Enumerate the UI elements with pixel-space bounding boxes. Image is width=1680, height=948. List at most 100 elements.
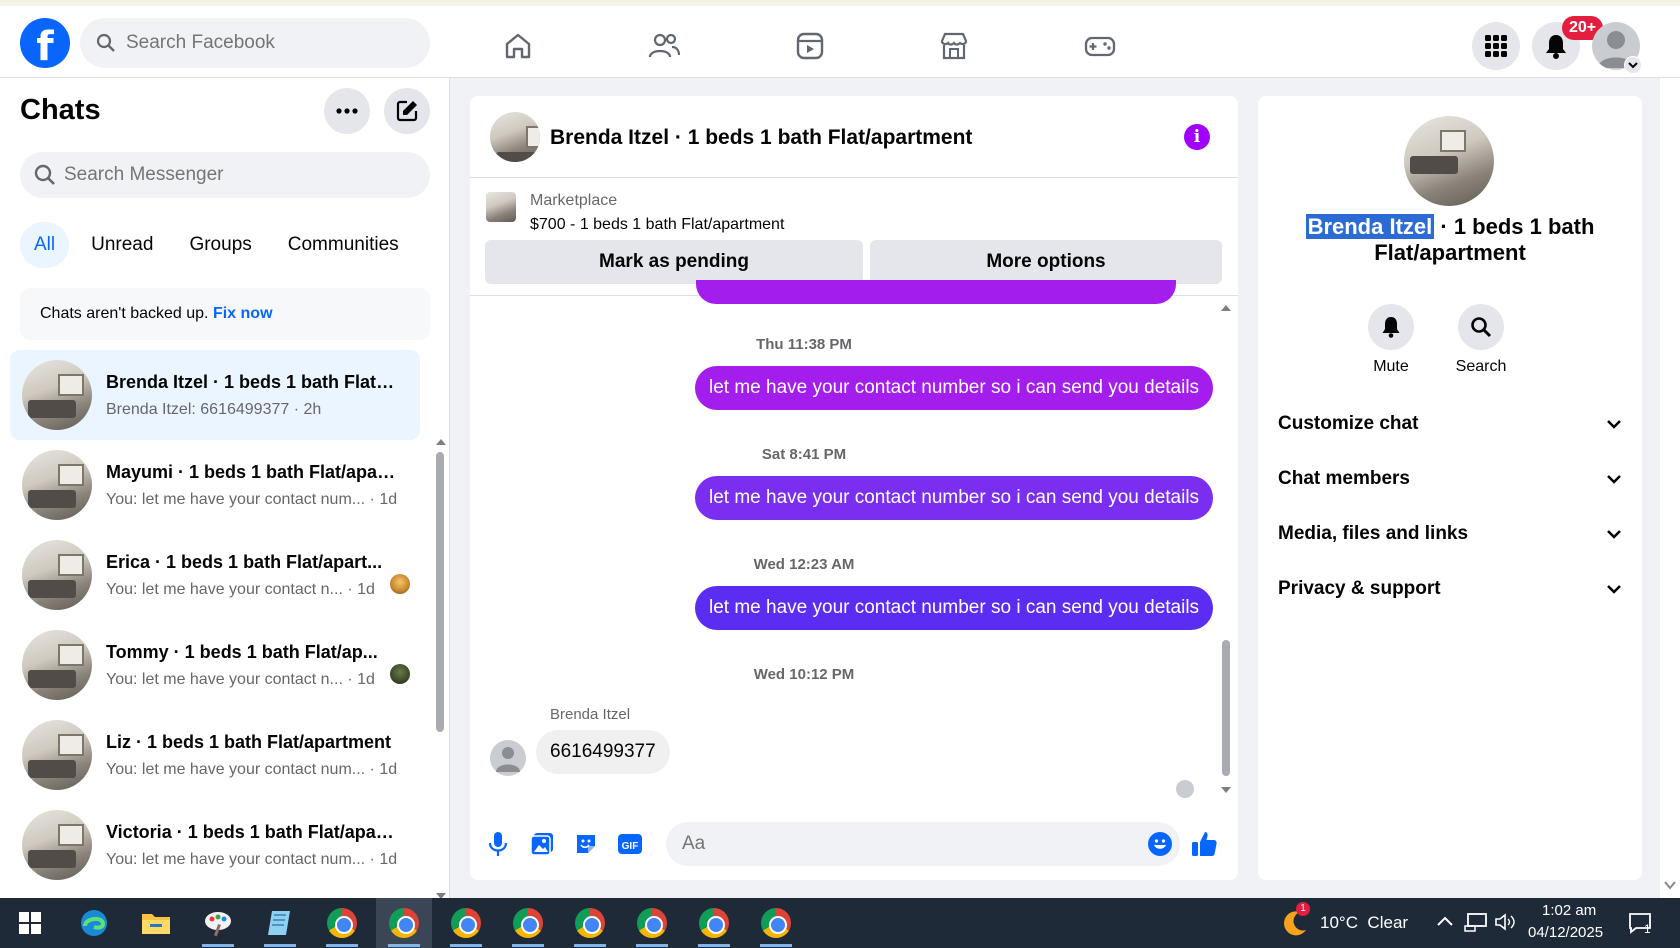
taskbar-chrome[interactable] [438,898,494,948]
marketplace-banner: Marketplace $700 - 1 beds 1 bath Flat/ap… [470,178,1238,296]
home-icon[interactable] [498,26,538,66]
compose-icon [396,100,418,122]
thread-scrollbar[interactable] [1220,296,1232,796]
video-icon[interactable] [790,26,830,66]
sent-message-bubble[interactable]: let me have your contact number so i can… [695,366,1214,410]
message-input[interactable] [666,822,1106,866]
network-icon[interactable] [1464,912,1488,932]
timestamp: Thu 11:38 PM [756,336,852,353]
thumbs-up-icon[interactable] [1190,830,1218,858]
messenger-search-box[interactable] [20,152,430,198]
bell-icon [1382,317,1400,338]
scroll-up-icon[interactable] [1220,304,1232,312]
filter-unread[interactable]: Unread [77,222,167,268]
taskbar-notepad[interactable] [252,898,308,948]
scroll-up-icon[interactable] [435,438,447,446]
listing-thumbnail [22,450,92,520]
message-input-box[interactable] [666,822,1180,866]
filter-groups[interactable]: Groups [175,222,265,268]
taskbar-file-explorer[interactable] [128,898,184,948]
taskbar-chrome[interactable] [624,898,680,948]
bell-icon [1546,35,1566,59]
accordion-media-files-links[interactable]: Media, files and links [1278,514,1622,554]
microphone-icon[interactable] [484,830,512,858]
chats-options-button[interactable] [324,88,370,134]
chat-list-item[interactable]: Tommy · 1 beds 1 bath Flat/ap... You: le… [10,620,420,710]
listing-thumbnail [22,810,92,880]
chat-list-item[interactable]: Victoria · 1 beds 1 bath Flat/apar... Yo… [10,800,420,890]
chat-list-item[interactable]: Liz · 1 beds 1 bath Flat/apartment You: … [10,710,420,800]
more-options-button[interactable]: More options [870,240,1222,284]
running-indicator [760,944,792,947]
gif-icon[interactable]: GIF [616,830,644,858]
account-chevron-icon[interactable] [1624,56,1642,74]
running-indicator [512,944,544,947]
chat-list-item[interactable]: Erica · 1 beds 1 bath Flat/apart... You:… [10,530,420,620]
chrome-icon [637,908,667,938]
scrollbar-thumb[interactable] [1222,640,1230,776]
chat-list: Brenda Itzel · 1 beds 1 bath Flat/... Br… [10,350,420,890]
filter-communities[interactable]: Communities [274,222,413,268]
gaming-icon[interactable] [1080,26,1120,66]
conversation-title[interactable]: Brenda Itzel · 1 beds 1 bath Flat/apartm… [550,126,972,150]
chevron-up-icon[interactable] [1436,914,1454,928]
mute-button[interactable]: Mute [1346,304,1436,376]
taskbar-chrome[interactable] [748,898,804,948]
clock-time[interactable]: 1:02 am [1542,902,1596,919]
info-icon[interactable]: i [1184,124,1210,150]
filter-all[interactable]: All [20,222,70,268]
volume-icon[interactable] [1494,912,1516,932]
seen-avatar [390,574,410,594]
chat-filters: All Unread Groups Communities [20,222,413,268]
search-in-conversation-button[interactable]: Search [1436,304,1526,376]
mark-as-pending-button[interactable]: Mark as pending [485,240,863,284]
grid-icon [1485,35,1507,57]
accordion-privacy-support[interactable]: Privacy & support [1278,569,1622,609]
sender-avatar[interactable] [490,740,526,776]
fix-now-link[interactable]: Fix now [213,305,273,322]
running-indicator [202,944,234,947]
friends-icon[interactable] [644,26,684,66]
chrome-icon [575,908,605,938]
taskbar-chrome[interactable] [686,898,742,948]
start-button[interactable] [2,898,58,948]
marketplace-item[interactable]: $700 - 1 beds 1 bath Flat/apartment [530,216,784,234]
facebook-search-input[interactable] [126,32,406,54]
facebook-logo[interactable]: f [20,18,70,68]
scroll-down-icon[interactable] [1220,786,1232,794]
received-message-bubble[interactable]: 6616499377 [536,730,670,774]
scrollbar-thumb[interactable] [436,452,444,732]
accordion-chat-members[interactable]: Chat members [1278,459,1622,499]
sent-message-bubble[interactable]: let me have your contact number so i can… [695,476,1214,520]
facebook-search-box[interactable] [80,18,430,68]
clock-date[interactable]: 04/12/2025 [1528,924,1603,941]
paint-icon [205,912,231,937]
weather-text[interactable]: 10°C Clear [1320,913,1408,933]
message-thread: Thu 11:38 PM let me have your contact nu… [470,280,1238,806]
emoji-icon[interactable] [1148,832,1172,856]
chat-name: Brenda Itzel · 1 beds 1 bath Flat/... [106,371,396,392]
listing-thumbnail[interactable] [490,112,540,162]
sticker-icon[interactable] [572,830,600,858]
new-message-button[interactable] [384,88,430,134]
taskbar-edge[interactable] [66,898,122,948]
page-scrollbar[interactable] [1660,78,1680,898]
taskbar-chrome[interactable] [376,898,432,948]
taskbar-chrome[interactable] [314,898,370,948]
menu-grid-button[interactable] [1472,22,1520,70]
taskbar-chrome[interactable] [562,898,618,948]
listing-thumbnail-large[interactable] [1404,116,1494,206]
running-indicator [698,944,730,947]
photo-icon[interactable] [528,830,556,858]
messenger-search-input[interactable] [64,164,404,186]
marketplace-icon[interactable] [934,26,974,66]
listing-thumbnail[interactable] [486,192,516,222]
chat-list-item[interactable]: Mayumi · 1 beds 1 bath Flat/apar... You:… [10,440,420,530]
chat-list-item[interactable]: Brenda Itzel · 1 beds 1 bath Flat/... Br… [10,350,420,440]
sent-message-bubble[interactable]: let me have your contact number so i can… [695,586,1214,630]
taskbar-paint[interactable] [190,898,246,948]
chat-list-scrollbar[interactable] [435,360,447,899]
accordion-customize-chat[interactable]: Customize chat [1278,404,1622,444]
chat-name: Mayumi · 1 beds 1 bath Flat/apar... [106,461,396,482]
taskbar-chrome[interactable] [500,898,556,948]
